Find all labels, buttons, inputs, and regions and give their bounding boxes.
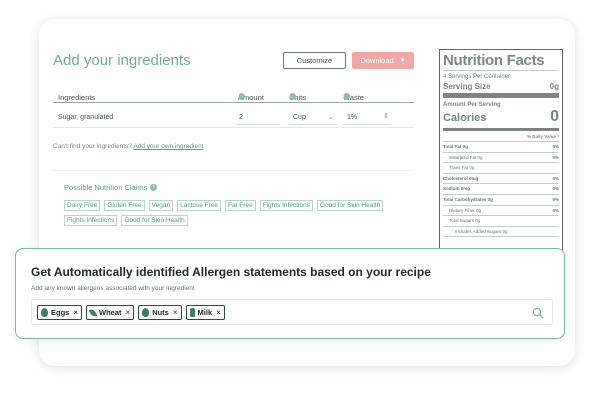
nutrient-row: Includes Added Sugars 0g bbox=[443, 227, 559, 238]
serving-size: Serving Size 0g bbox=[443, 82, 559, 91]
nutrient-row: Total Fat 0g 0% bbox=[443, 142, 559, 153]
page-title: Add your ingredients bbox=[53, 52, 191, 69]
allergen-chip-milk[interactable]: Milk × bbox=[185, 305, 225, 320]
allergen-input[interactable]: Eggs × Wheat × Nuts × Milk × bbox=[31, 299, 553, 325]
allergen-chips: Eggs × Wheat × Nuts × Milk × bbox=[37, 305, 225, 320]
allergen-panel: Get Automatically identified Allergen st… bbox=[15, 248, 565, 339]
nutrient-row: Cholesterol 0mg 0% bbox=[443, 174, 559, 185]
claim-tag: Gluten Free bbox=[104, 200, 145, 211]
allergen-title: Get Automatically identified Allergen st… bbox=[31, 265, 431, 279]
amount-value: 2 bbox=[239, 114, 243, 121]
ingredient-name: Sugar, granulated bbox=[58, 114, 114, 121]
servings-per-container: 4 Servings Per Container bbox=[443, 74, 511, 80]
info-icon[interactable]: i bbox=[238, 93, 245, 100]
find-ingredient-text: Can't find your ingredients? Add your ow… bbox=[53, 143, 204, 150]
nutrient-row: Dietary Fiber 0g 0% bbox=[443, 206, 559, 217]
thick-divider bbox=[443, 93, 559, 98]
wheat-icon bbox=[88, 307, 98, 318]
info-icon[interactable]: i bbox=[343, 93, 350, 100]
claim-tag: Vegan bbox=[148, 200, 174, 211]
claim-tag: Lactose Free bbox=[177, 200, 222, 211]
allergen-chip-wheat[interactable]: Wheat × bbox=[86, 305, 135, 320]
info-icon[interactable]: i bbox=[150, 184, 158, 191]
waste-value: 1% bbox=[347, 114, 358, 121]
allergen-chip-eggs[interactable]: Eggs × bbox=[37, 305, 83, 320]
search-icon[interactable] bbox=[532, 307, 544, 319]
info-icon[interactable]: i bbox=[289, 93, 296, 100]
claim-tag: Fights Infections bbox=[64, 215, 118, 226]
download-button[interactable]: Download ▼ bbox=[352, 52, 414, 69]
claim-tag: Good for Skin Health bbox=[316, 200, 384, 211]
nutrient-row: Saturated Fat 0g 0% bbox=[443, 153, 559, 164]
nutrition-claims-title: Possible Nutrition Claims i bbox=[64, 183, 158, 192]
close-icon[interactable]: × bbox=[216, 308, 221, 317]
calories-row: Calories 0 bbox=[443, 108, 559, 131]
close-icon[interactable]: × bbox=[173, 308, 178, 317]
add-own-ingredient-link[interactable]: Add your own ingredient bbox=[133, 143, 203, 150]
close-icon[interactable]: × bbox=[73, 308, 78, 317]
nutrient-row: Total Sugars 0g bbox=[443, 216, 559, 227]
chevron-down-icon: ▼ bbox=[399, 57, 406, 64]
daily-value-header: % Daily Value * bbox=[443, 131, 559, 142]
claim-tag: Fights Infections bbox=[259, 200, 313, 211]
nutrient-row: Total Carbohydrates 0g 0% bbox=[443, 195, 559, 206]
divider bbox=[53, 170, 414, 171]
stepper-icon[interactable]: ⇕ bbox=[383, 112, 389, 120]
close-icon[interactable]: × bbox=[126, 308, 131, 317]
claim-tag: Good for Skin Health bbox=[121, 215, 188, 226]
table-row: Sugar, granulated 2 Cup ⌄ 1% ⇕ bbox=[53, 108, 414, 128]
egg-icon bbox=[41, 308, 48, 317]
allergen-subtitle: Add any known allergens associated with … bbox=[31, 285, 195, 292]
nutrition-facts-title: Nutrition Facts bbox=[443, 52, 559, 71]
nutrient-row: Trans Fat 0g bbox=[443, 163, 559, 174]
unit-value: Cup bbox=[293, 114, 306, 121]
claim-tag: Fat Free bbox=[225, 200, 256, 211]
allergen-chip-nuts[interactable]: Nuts × bbox=[138, 305, 182, 320]
chevron-down-icon[interactable]: ⌄ bbox=[328, 114, 333, 121]
download-label: Download bbox=[360, 56, 394, 65]
claim-tag: Dairy Free bbox=[64, 200, 101, 211]
ingredients-table-header: Ingredients Amount i Units i Waste i bbox=[53, 85, 414, 103]
nutrient-row: Sodium 0mg 0% bbox=[443, 184, 559, 195]
nut-icon bbox=[142, 308, 150, 317]
customize-button[interactable]: Customize bbox=[283, 52, 346, 69]
nutrition-claims-tags: Dairy Free Gluten Free Vegan Lactose Fre… bbox=[64, 200, 394, 226]
milk-icon bbox=[189, 308, 195, 317]
